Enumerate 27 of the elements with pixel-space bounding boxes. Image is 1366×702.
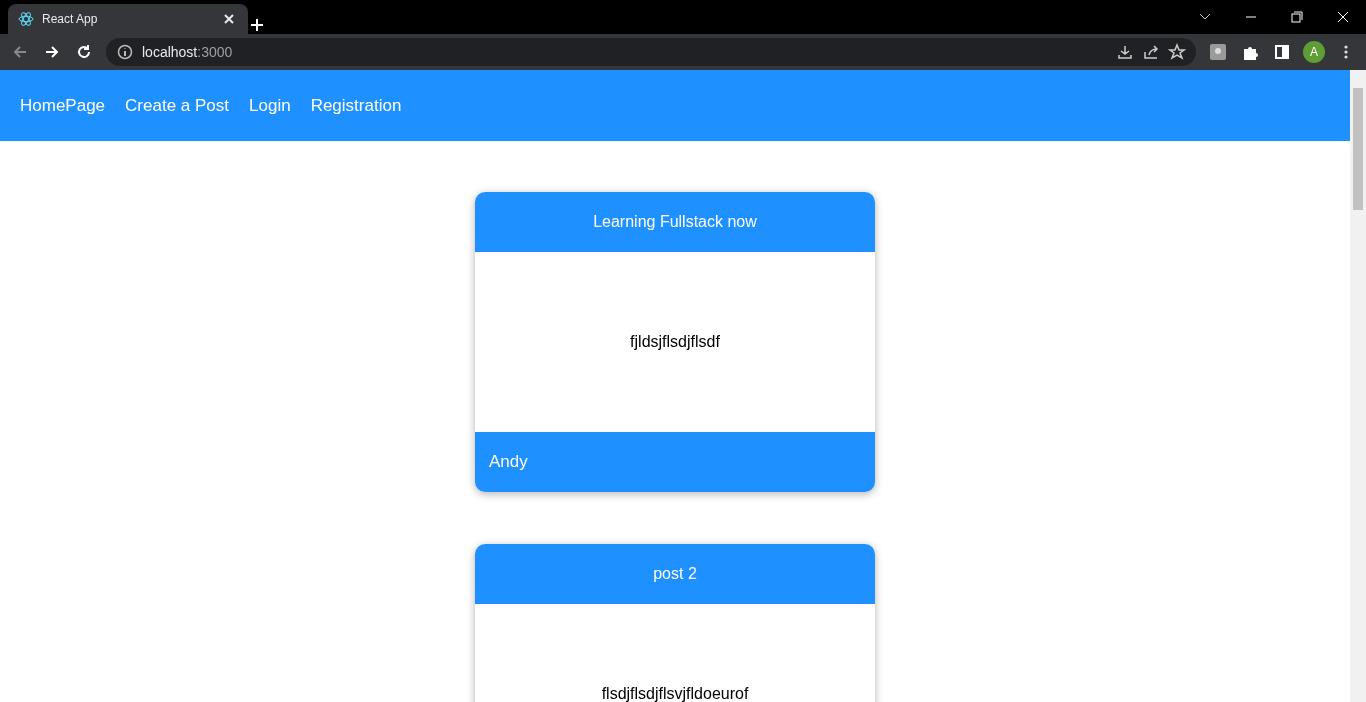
share-icon[interactable]: [1142, 43, 1160, 61]
info-icon[interactable]: [116, 43, 134, 61]
post-body: flsdjflsdjflsvjfldoeurof: [475, 604, 875, 702]
reload-icon[interactable]: [75, 43, 93, 61]
post-card[interactable]: Learning Fullstack now fjldsjflsdjflsdf Andy: [475, 192, 875, 492]
nav-link[interactable]: Create a Post: [125, 95, 229, 116]
scrollbar[interactable]: [1350, 70, 1366, 702]
browser-tab[interactable]: React App: [8, 4, 248, 34]
plus-icon[interactable]: [248, 16, 266, 34]
post-title: post 2: [475, 544, 875, 604]
profile-avatar[interactable]: A: [1303, 41, 1325, 63]
star-icon[interactable]: [1168, 43, 1186, 61]
post-author: Andy: [475, 432, 875, 492]
nav-link[interactable]: Registration: [310, 95, 402, 116]
tab-title: React App: [42, 12, 99, 26]
post-title: Learning Fullstack now: [475, 192, 875, 252]
url-text: localhost:3000: [142, 44, 234, 60]
address-bar[interactable]: localhost:3000: [106, 38, 1196, 66]
menu-icon[interactable]: [1343, 44, 1349, 60]
extension-icon[interactable]: [1209, 43, 1227, 61]
atom-icon: [18, 11, 34, 27]
post-card[interactable]: post 2 flsdjflsdjflsvjfldoeurof: [475, 544, 875, 702]
scrollbar-thumb[interactable]: [1353, 88, 1363, 210]
post-body: fjldsjflsdjflsdf: [475, 252, 875, 432]
nav-link[interactable]: HomePage: [20, 95, 106, 116]
download-icon[interactable]: [1116, 43, 1134, 61]
nav-link[interactable]: Login: [249, 95, 291, 116]
